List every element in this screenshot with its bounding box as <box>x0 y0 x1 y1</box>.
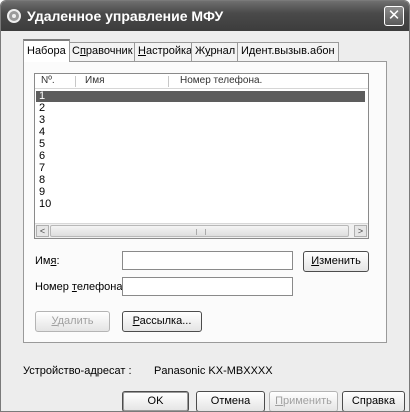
dialog-window: Удаленное управление МФУ ✕ Набора Справо… <box>0 0 410 412</box>
broadcast-button[interactable]: Рассылка... <box>122 311 202 332</box>
tab-label-accel: Н <box>138 45 146 57</box>
list-row[interactable]: 2 <box>36 103 365 114</box>
tab-label: Идент.вызыв.абон <box>241 45 335 57</box>
tab-label: Ж <box>195 45 206 57</box>
column-header-number[interactable]: Nº. <box>41 75 55 86</box>
list-row[interactable]: 9 <box>36 187 365 198</box>
scroll-thumb[interactable] <box>50 225 349 237</box>
button-text: зменить <box>319 255 361 267</box>
apply-button[interactable]: Применить <box>269 391 338 411</box>
list-row[interactable]: 3 <box>36 115 365 126</box>
tab-label: астройка <box>145 45 193 57</box>
device-value: Panasonic KX-MBXXXX <box>154 365 273 377</box>
tab-label: равочник <box>85 45 133 57</box>
scroll-left-arrow-icon[interactable]: < <box>36 225 49 237</box>
delete-button[interactable]: Удалить <box>35 311 110 332</box>
title-bar[interactable]: Удаленное управление МФУ ✕ <box>1 1 409 31</box>
help-button[interactable]: Справка <box>342 391 405 411</box>
tab-label: С <box>72 45 80 57</box>
button-accel: Р <box>132 315 140 327</box>
tab-journal[interactable]: Журнал <box>191 42 240 61</box>
window-title: Удаленное управление МФУ <box>27 8 224 24</box>
label-text: елефона.: <box>76 281 129 293</box>
phone-label: Номер телефона.: <box>35 281 129 293</box>
list-header: Nº. Имя Номер телефона. <box>35 74 368 89</box>
cancel-button[interactable]: Отмена <box>196 391 265 411</box>
tab-directory[interactable]: Справочник <box>68 42 137 61</box>
column-header-name[interactable]: Имя <box>85 75 104 86</box>
name-label: Имя: <box>35 255 60 267</box>
list-row[interactable]: 6 <box>36 151 365 162</box>
name-field[interactable] <box>122 251 293 270</box>
label-text: Им <box>35 255 51 267</box>
phone-field[interactable] <box>122 277 293 296</box>
button-text: ассылка... <box>139 315 192 327</box>
tab-settings[interactable]: Настройка <box>134 42 197 61</box>
column-divider[interactable] <box>75 76 76 87</box>
tab-dialing[interactable]: Набора <box>23 39 70 62</box>
speed-dial-list[interactable]: Nº. Имя Номер телефона. 1 2 3 4 5 6 7 8 … <box>34 73 369 239</box>
column-header-phone[interactable]: Номер телефона. <box>180 75 262 86</box>
list-row[interactable]: 7 <box>36 163 365 174</box>
list-row[interactable]: 1 <box>36 91 365 102</box>
list-row[interactable]: 4 <box>36 127 365 138</box>
label-text: : <box>56 255 60 267</box>
list-row[interactable]: 10 <box>36 199 365 210</box>
close-button[interactable]: ✕ <box>384 6 404 26</box>
list-row[interactable]: 5 <box>36 139 365 150</box>
button-text: рименить <box>282 395 332 407</box>
device-label: Устройство-адресат : <box>23 365 132 377</box>
ok-button[interactable]: OK <box>122 391 189 411</box>
change-button[interactable]: Изменить <box>303 251 369 272</box>
app-icon <box>7 9 21 23</box>
grip-icon <box>196 229 206 235</box>
tab-label: Набора <box>27 45 66 57</box>
label-text: Номер <box>35 281 72 293</box>
list-row[interactable]: 8 <box>36 175 365 186</box>
tab-label: рнал <box>210 45 236 57</box>
button-accel: П <box>275 395 283 407</box>
tab-caller-id[interactable]: Идент.вызыв.абон <box>237 42 339 61</box>
button-text: далить <box>57 315 94 327</box>
scroll-right-arrow-icon[interactable]: > <box>354 225 367 237</box>
column-divider[interactable] <box>168 76 169 87</box>
button-accel: И <box>311 255 320 267</box>
horizontal-scrollbar[interactable]: < > <box>35 223 368 238</box>
